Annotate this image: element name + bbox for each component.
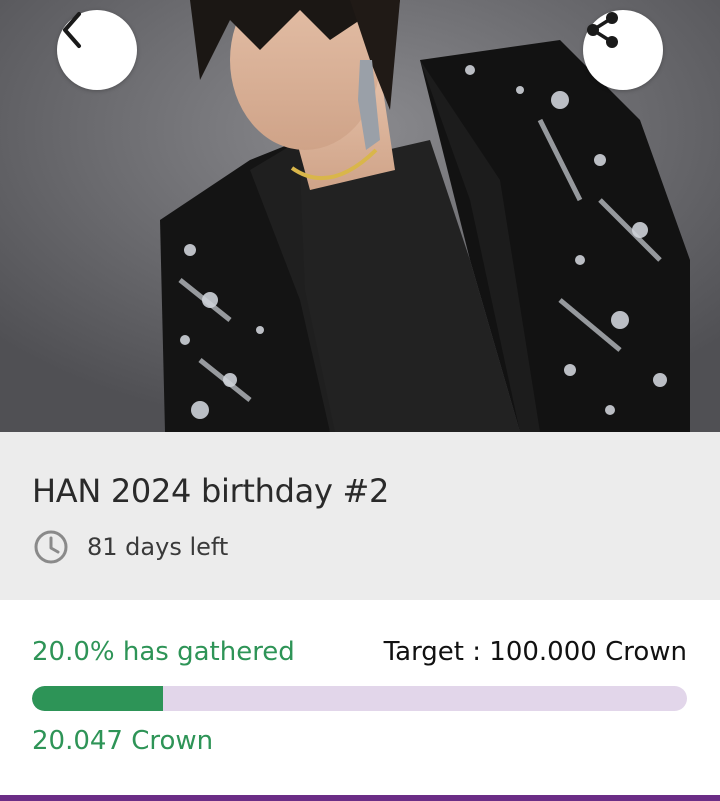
back-button[interactable]: [57, 10, 137, 90]
days-left-row: 81 days left: [33, 529, 228, 565]
funding-progress-bar: [32, 686, 687, 711]
campaign-page: HAN 2024 birthday #2 81 days left 20.0% …: [0, 0, 720, 801]
days-left-text: 81 days left: [87, 533, 229, 561]
bottom-divider: [0, 795, 720, 801]
gathered-percentage: 20.0% has gathered: [32, 637, 295, 667]
target-amount: Target : 100.000 Crown: [383, 637, 687, 667]
gathered-amount: 20.047 Crown: [32, 726, 214, 756]
clock-icon: [33, 529, 69, 565]
funding-progress-fill: [32, 686, 163, 711]
chevron-left-icon: [63, 12, 81, 48]
share-icon: [587, 12, 618, 48]
share-button[interactable]: [583, 10, 663, 90]
campaign-title: HAN 2024 birthday #2: [32, 472, 390, 510]
campaign-hero-image: [0, 0, 720, 432]
campaign-info: HAN 2024 birthday #2 81 days left: [0, 432, 720, 600]
funding-section: 20.0% has gathered Target : 100.000 Crow…: [0, 600, 720, 795]
